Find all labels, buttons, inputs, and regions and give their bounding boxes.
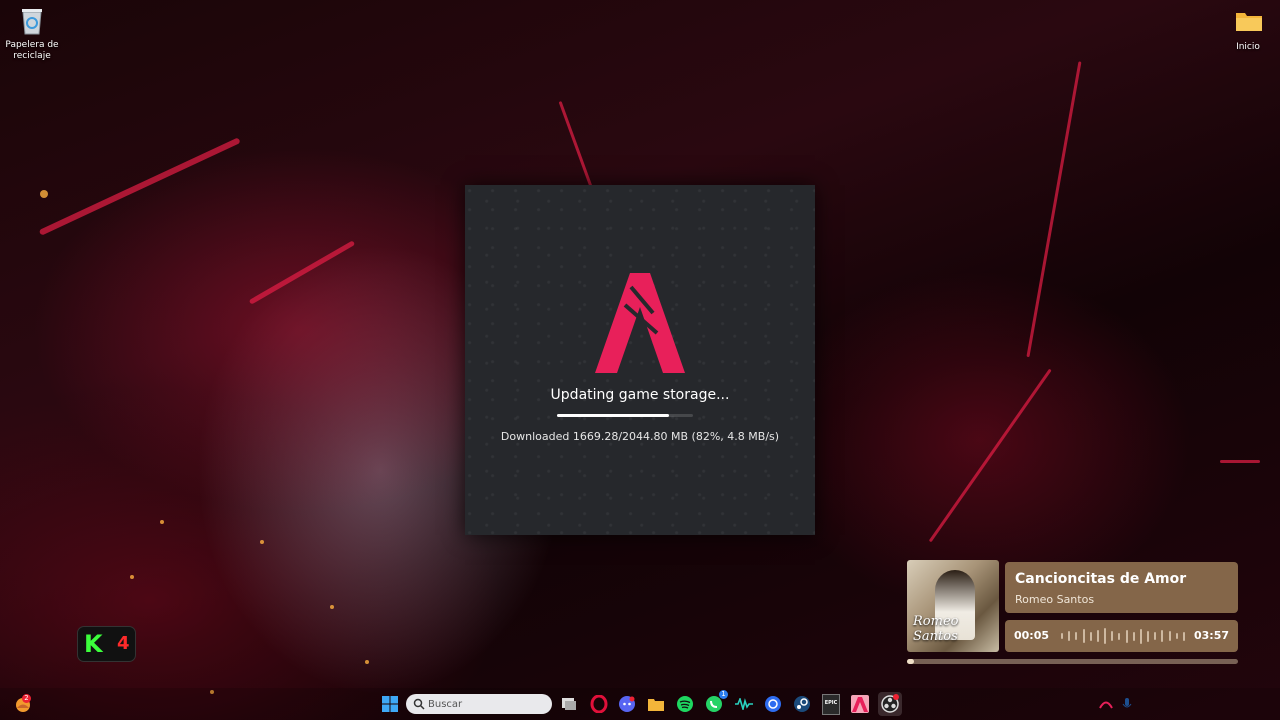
tray-mic-button[interactable] <box>1115 692 1139 716</box>
update-status-text: Updating game storage... <box>550 387 730 403</box>
search-input[interactable] <box>428 696 546 712</box>
epic-games-button[interactable]: EPIC <box>819 692 843 716</box>
recycle-bin-icon <box>19 6 45 36</box>
album-art: Romeo Santos <box>907 560 999 652</box>
game-storage-update-dialog: Updating game storage... Downloaded 1669… <box>465 185 815 535</box>
download-detail-text: Downloaded 1669.28/2044.80 MB (82%, 4.8 … <box>500 430 780 443</box>
k4-overlay-widget[interactable]: K 4 <box>77 626 136 662</box>
seek-bar[interactable] <box>907 659 1238 664</box>
taskbar: 2 1 EPIC <box>0 688 1280 720</box>
spotify-button[interactable] <box>673 692 697 716</box>
update-progress-bar <box>557 414 693 417</box>
inicio-folder-label: Inicio <box>1236 42 1260 52</box>
track-info-panel: Cancioncitas de Amor Romeo Santos <box>1005 562 1238 613</box>
inicio-folder-shortcut[interactable]: Inicio <box>1216 8 1280 53</box>
weather-widget[interactable]: 2 <box>12 692 52 716</box>
weather-badge: 2 <box>22 694 31 703</box>
tray-app-icon <box>1099 701 1113 709</box>
web-app-icon <box>765 696 781 712</box>
task-view-button[interactable] <box>557 692 581 716</box>
track-title: Cancioncitas de Amor <box>1015 571 1187 587</box>
folder-icon <box>1235 8 1262 38</box>
opera-gx-button[interactable] <box>587 692 611 716</box>
now-playing-widget[interactable]: Romeo Santos Cancioncitas de Amor Romeo … <box>905 560 1240 668</box>
whatsapp-badge: 1 <box>719 690 728 699</box>
start-button[interactable] <box>378 692 402 716</box>
fivem-button[interactable] <box>848 692 872 716</box>
windows-start-icon <box>382 696 398 712</box>
waveform-visualizer <box>1061 627 1185 645</box>
opera-gx-icon <box>590 695 608 713</box>
task-view-icon <box>562 698 576 710</box>
track-artist: Romeo Santos <box>1015 593 1095 606</box>
waveform-app-button[interactable] <box>732 692 756 716</box>
obs-icon <box>881 694 899 713</box>
web-app-button[interactable] <box>761 692 785 716</box>
recycle-bin-label: Papelera de reciclaje <box>5 40 59 61</box>
spotify-icon <box>677 696 693 712</box>
file-explorer-button[interactable] <box>644 692 668 716</box>
update-progress-fill <box>557 414 669 417</box>
track-duration: 03:57 <box>1193 629 1229 642</box>
discord-icon <box>619 696 635 712</box>
fivem-logo-icon <box>595 273 685 373</box>
album-art-text: Romeo Santos <box>913 614 959 644</box>
k4-letter: K <box>84 630 103 658</box>
file-explorer-icon <box>648 699 664 711</box>
taskbar-search[interactable] <box>406 694 552 714</box>
fivem-icon <box>851 695 869 713</box>
steam-icon <box>794 696 810 712</box>
whatsapp-button[interactable]: 1 <box>702 690 728 716</box>
waveform-app-icon <box>735 698 753 710</box>
seek-bar-fill <box>907 659 914 664</box>
steam-button[interactable] <box>790 692 814 716</box>
microphone-icon <box>1122 698 1132 708</box>
recycle-bin-shortcut[interactable]: Papelera de reciclaje <box>0 6 64 62</box>
search-icon <box>413 698 425 710</box>
k4-number: 4 <box>117 633 130 654</box>
current-time: 00:05 <box>1014 629 1050 642</box>
obs-button[interactable] <box>878 692 902 716</box>
discord-button[interactable] <box>615 692 639 716</box>
playback-panel: 00:05 03:57 <box>1005 620 1238 652</box>
epic-games-icon: EPIC <box>822 693 840 715</box>
